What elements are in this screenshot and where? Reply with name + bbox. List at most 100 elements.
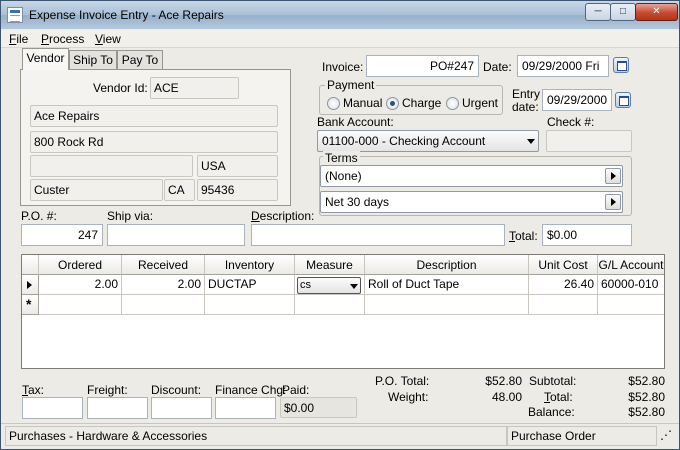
maximize-button[interactable]: □ xyxy=(610,3,636,21)
new-cell[interactable] xyxy=(122,295,205,315)
bank-account-label: Bank Account: xyxy=(317,115,394,129)
vendor-address1-field[interactable]: 800 Rock Rd xyxy=(30,131,278,153)
vendor-id-label: Vendor Id: xyxy=(93,81,148,95)
column-header-ordered[interactable]: Ordered xyxy=(39,255,122,275)
tab-vendor[interactable]: Vendor xyxy=(22,48,69,70)
check-number-field[interactable] xyxy=(546,130,632,152)
minimize-button[interactable]: ─ xyxy=(585,3,611,21)
column-header-description[interactable]: Description xyxy=(365,255,529,275)
invoice-number-input[interactable]: PO#247 xyxy=(366,55,479,77)
cell-inventory[interactable]: DUCTAP xyxy=(205,275,295,295)
po-total-value: $52.80 xyxy=(485,374,522,388)
menu-bar: File Process View xyxy=(1,30,679,48)
entry-date-label-line2: date: xyxy=(512,100,539,114)
discount-label: Discount: xyxy=(151,383,202,397)
freight-input[interactable] xyxy=(87,397,148,419)
paid-label: Paid: xyxy=(282,383,310,397)
entry-date-label-line1: Entry xyxy=(512,87,541,101)
ship-via-label: Ship via: xyxy=(107,209,154,223)
terms-select-1[interactable]: (None) xyxy=(320,165,623,187)
payment-manual-label: Manual xyxy=(343,96,383,110)
menu-process[interactable]: Process xyxy=(41,32,84,46)
footer-total-label: Total: xyxy=(544,390,573,404)
line-items-grid: Ordered Received Inventory Measure Descr… xyxy=(21,254,665,369)
row-selector[interactable] xyxy=(22,275,39,295)
payment-charge-radio[interactable] xyxy=(386,97,399,110)
new-cell[interactable] xyxy=(529,295,598,315)
vendor-city-field[interactable]: Custer xyxy=(30,179,163,201)
balance-label: Balance: xyxy=(528,405,575,419)
po-total-label: P.O. Total: xyxy=(375,374,430,388)
paid-field: $0.00 xyxy=(280,397,357,418)
new-cell[interactable] xyxy=(205,295,295,315)
description-input[interactable] xyxy=(251,224,505,246)
app-icon xyxy=(7,7,23,23)
new-cell[interactable] xyxy=(365,295,529,315)
cell-description[interactable]: Roll of Duct Tape xyxy=(365,275,529,295)
menu-view[interactable]: View xyxy=(95,32,121,46)
tax-input[interactable] xyxy=(22,397,83,419)
weight-label: Weight: xyxy=(388,390,429,404)
new-cell[interactable] xyxy=(295,295,365,315)
date-label: Date: xyxy=(483,60,512,74)
current-row-icon xyxy=(27,281,32,289)
invoice-window: Expense Invoice Entry - Ace Repairs ─ □ … xyxy=(0,0,680,450)
invoice-date-input[interactable]: 09/29/2000 Fri xyxy=(517,55,609,77)
balance-value: $52.80 xyxy=(628,405,665,419)
tab-ship-to[interactable]: Ship To xyxy=(69,50,117,70)
ship-via-input[interactable] xyxy=(107,224,245,246)
window-title: Expense Invoice Entry - Ace Repairs xyxy=(29,8,224,22)
vendor-name-field[interactable]: Ace Repairs xyxy=(30,105,278,127)
payment-label: Payment xyxy=(325,78,377,92)
total-label: Total: xyxy=(509,229,538,243)
cell-received[interactable]: 2.00 xyxy=(122,275,205,295)
chevron-down-icon[interactable] xyxy=(350,284,358,289)
new-cell[interactable] xyxy=(39,295,122,315)
vendor-zip-field[interactable]: 95436 xyxy=(197,179,278,201)
tab-pay-to[interactable]: Pay To xyxy=(117,50,163,70)
payment-urgent-radio[interactable] xyxy=(446,97,459,110)
tax-label: Tax: xyxy=(22,383,45,397)
new-row-icon: * xyxy=(26,296,32,312)
menu-file[interactable]: File xyxy=(9,32,28,46)
finance-charge-input[interactable] xyxy=(215,397,276,419)
resize-grip-icon[interactable]: ⋰ xyxy=(657,426,675,446)
column-header-unit-cost[interactable]: Unit Cost xyxy=(529,255,598,275)
status-document-type: Purchase Order xyxy=(507,426,657,446)
vendor-id-field[interactable]: ACE xyxy=(150,77,239,99)
terms-label: Terms xyxy=(323,151,360,165)
total-input[interactable]: $0.00 xyxy=(542,224,632,246)
column-header-gl-account[interactable]: G/L Account xyxy=(598,255,664,275)
discount-input[interactable] xyxy=(151,397,212,419)
status-bar: Purchases - Hardware & Accessories Purch… xyxy=(1,423,679,449)
chevron-down-icon[interactable] xyxy=(527,139,535,144)
chevron-right-icon[interactable] xyxy=(605,194,621,210)
grid-corner xyxy=(22,255,39,275)
vendor-address2-field[interactable] xyxy=(30,155,193,177)
cell-ordered[interactable]: 2.00 xyxy=(39,275,122,295)
finance-charge-label: Finance Chg: xyxy=(215,383,287,397)
column-header-received[interactable]: Received xyxy=(122,255,205,275)
vendor-state-field[interactable]: CA xyxy=(164,179,195,201)
status-category: Purchases - Hardware & Accessories xyxy=(5,426,507,446)
description-label: Description: xyxy=(251,209,315,223)
new-row-selector[interactable]: * xyxy=(22,295,39,315)
cell-unit-cost[interactable]: 26.40 xyxy=(529,275,598,295)
calendar-icon[interactable] xyxy=(615,92,631,108)
vendor-panel: Vendor Id: ACE Ace Repairs 800 Rock Rd U… xyxy=(20,69,291,206)
weight-value: 48.00 xyxy=(491,390,522,404)
cell-measure: cs xyxy=(295,275,365,295)
payment-manual-radio[interactable] xyxy=(327,97,340,110)
new-cell[interactable] xyxy=(598,295,664,315)
close-button[interactable]: ✕ xyxy=(635,3,678,21)
calendar-icon[interactable] xyxy=(613,57,629,73)
column-header-measure[interactable]: Measure xyxy=(295,255,365,275)
terms-select-2[interactable]: Net 30 days xyxy=(320,191,623,213)
bank-account-select[interactable]: 01100-000 - Checking Account xyxy=(317,130,539,152)
po-number-input[interactable]: 247 xyxy=(21,224,103,246)
cell-gl-account[interactable]: 60000-010 xyxy=(598,275,664,295)
column-header-inventory[interactable]: Inventory xyxy=(205,255,295,275)
chevron-right-icon[interactable] xyxy=(605,168,621,184)
vendor-country-field[interactable]: USA xyxy=(197,155,278,177)
entry-date-input[interactable]: 09/29/2000 xyxy=(542,89,612,111)
